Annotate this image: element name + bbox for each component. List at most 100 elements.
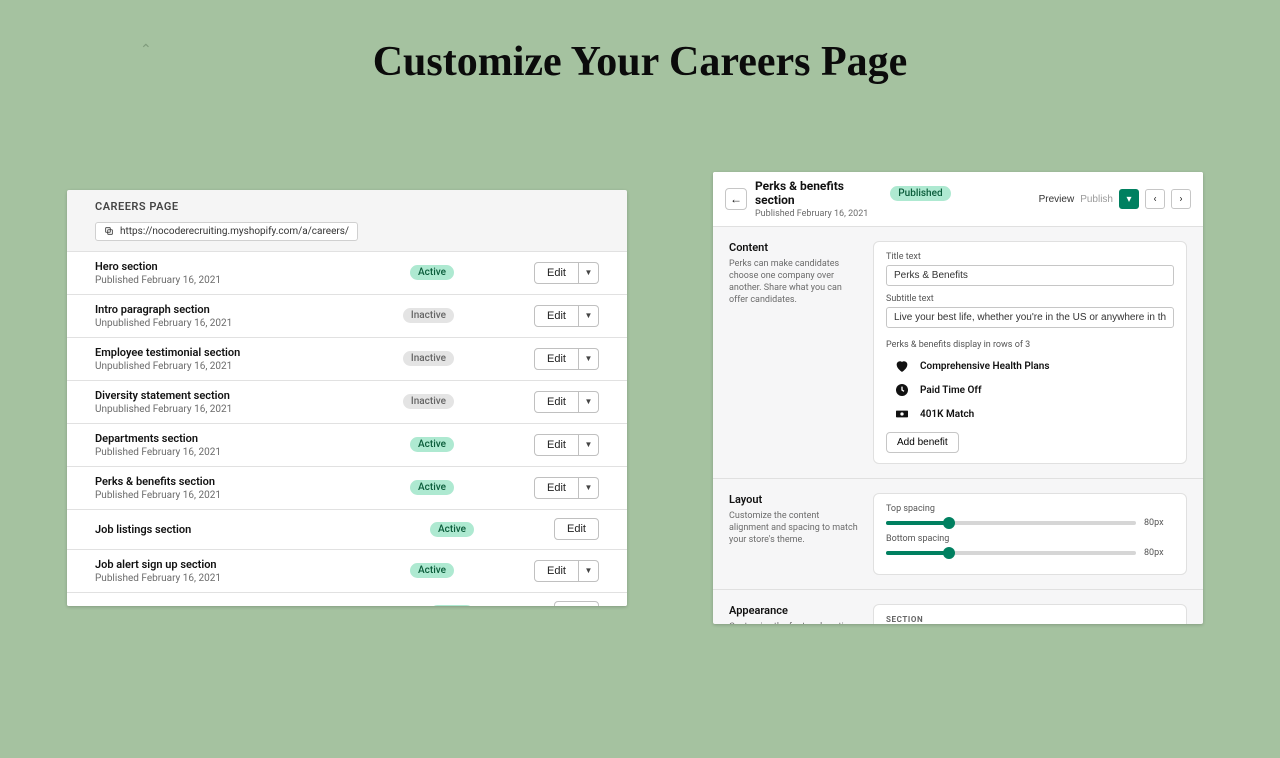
edit-button[interactable]: Edit: [534, 262, 579, 284]
section-title: Intro paragraph section: [95, 303, 403, 316]
sections-list: Hero sectionPublished February 16, 2021A…: [67, 251, 627, 607]
layout-side-desc: Customize the content alignment and spac…: [729, 510, 859, 546]
back-button[interactable]: ←: [725, 188, 747, 210]
edit-button[interactable]: Edit: [534, 348, 579, 370]
subtitle-text-label: Subtitle text: [886, 294, 1174, 304]
benefit-label: Comprehensive Health Plans: [920, 361, 1049, 372]
careers-page-panel: CAREERS PAGE https://nocoderecruiting.my…: [67, 190, 627, 606]
section-subtitle: Published February 16, 2021: [95, 275, 410, 286]
chevron-up-icon: ⌃: [140, 42, 152, 58]
content-block: Content Perks can make candidates choose…: [713, 227, 1203, 478]
section-title: Hero section: [95, 260, 410, 273]
section-title: Job listings section: [95, 523, 430, 536]
chevron-down-icon: ▼: [585, 566, 593, 575]
careers-page-header: CAREERS PAGE: [67, 190, 627, 217]
edit-dropdown-button[interactable]: ▼: [579, 560, 599, 582]
top-spacing-label: Top spacing: [886, 504, 1174, 514]
appearance-side-desc: Customize the font and section backgroun…: [729, 621, 859, 624]
add-benefit-button[interactable]: Add benefit: [886, 432, 959, 453]
status-badge: Inactive: [403, 394, 454, 409]
status-badge: Inactive: [403, 351, 454, 366]
copy-icon: [104, 226, 114, 236]
top-spacing-value: 80px: [1144, 518, 1174, 528]
chevron-down-icon: ▼: [585, 440, 593, 449]
prev-page-button[interactable]: ‹: [1145, 189, 1165, 209]
edit-button[interactable]: Edit: [554, 518, 599, 540]
appearance-block: Appearance Customize the font and sectio…: [713, 589, 1203, 624]
edit-dropdown-button[interactable]: ▼: [579, 477, 599, 499]
section-row: Hero section Published February 16, 2021A…: [67, 251, 627, 294]
edit-button[interactable]: Edit: [554, 601, 599, 606]
benefit-label: Paid Time Off: [920, 385, 982, 396]
edit-dropdown-button[interactable]: ▼: [579, 305, 599, 327]
section-row: Job listings sectionActive Edit: [67, 509, 627, 549]
bottom-spacing-value: 80px: [1144, 548, 1174, 558]
publish-button[interactable]: Publish: [1080, 194, 1113, 205]
section-editor-panel: ← Perks & benefits section Published Pub…: [713, 172, 1203, 624]
section-row: Diversity statement section Unpublished F…: [67, 380, 627, 423]
section-title: Employee testimonial section: [95, 346, 403, 359]
section-row: Job description pageActive Edit: [67, 592, 627, 607]
section-subtitle: Published February 16, 2021: [95, 490, 410, 501]
status-badge: Active: [430, 522, 474, 537]
chevron-right-icon: ›: [1179, 194, 1182, 205]
edit-button[interactable]: Edit: [534, 391, 579, 413]
publish-status-badge: Published: [890, 186, 950, 201]
benefit-label: 401K Match: [920, 409, 974, 420]
careers-url-text: https://nocoderecruiting.myshopify.com/a…: [120, 226, 349, 237]
subtitle-text-input[interactable]: [886, 307, 1174, 328]
benefit-item[interactable]: Comprehensive Health Plans: [894, 358, 1174, 374]
edit-button[interactable]: Edit: [534, 560, 579, 582]
section-row: Departments sectionPublished February 16…: [67, 423, 627, 466]
section-row: Job alert sign up sectionPublished Febru…: [67, 549, 627, 592]
publish-dropdown-button[interactable]: ▾: [1119, 189, 1139, 209]
edit-dropdown-button[interactable]: ▼: [579, 348, 599, 370]
chevron-down-icon: ▾: [1126, 194, 1131, 205]
section-row: Intro paragraph section Unpublished Febru…: [67, 294, 627, 337]
section-subtitle: Unpublished February 16, 2021: [95, 318, 403, 329]
top-spacing-slider[interactable]: [886, 521, 1136, 525]
edit-dropdown-button[interactable]: ▼: [579, 391, 599, 413]
status-badge: Active: [410, 563, 454, 578]
section-title: Job description page: [95, 606, 430, 607]
chevron-left-icon: ‹: [1153, 194, 1156, 205]
section-subtitle: Unpublished February 16, 2021: [95, 404, 403, 415]
status-badge: Active: [410, 480, 454, 495]
benefit-list: Comprehensive Health Plans Paid Time Off 4…: [886, 358, 1174, 422]
preview-button[interactable]: Preview: [1039, 194, 1075, 205]
edit-button[interactable]: Edit: [534, 434, 579, 456]
appearance-side-title: Appearance: [729, 604, 859, 617]
editor-header: ← Perks & benefits section Published Pub…: [713, 172, 1203, 227]
layout-block: Layout Customize the content alignment a…: [713, 478, 1203, 589]
benefits-hint: Perks & benefits display in rows of 3: [886, 340, 1174, 350]
edit-dropdown-button[interactable]: ▼: [579, 262, 599, 284]
edit-button[interactable]: Edit: [534, 305, 579, 327]
bottom-spacing-slider[interactable]: [886, 551, 1136, 555]
next-page-button[interactable]: ›: [1171, 189, 1191, 209]
section-row: Perks & benefits sectionPublished Februa…: [67, 466, 627, 509]
status-badge: Active: [430, 605, 474, 607]
section-subtitle: Unpublished February 16, 2021: [95, 361, 403, 372]
benefit-item[interactable]: 401K Match: [894, 406, 1174, 422]
edit-dropdown-button[interactable]: ▼: [579, 434, 599, 456]
editor-subtitle: Published February 16, 2021: [755, 209, 1031, 219]
chevron-down-icon: ▼: [585, 397, 593, 406]
chevron-down-icon: ▼: [585, 483, 593, 492]
section-row: Employee testimonial section Unpublished …: [67, 337, 627, 380]
section-caption: SECTION: [886, 615, 1174, 624]
status-badge: Active: [410, 265, 454, 280]
careers-url-box[interactable]: https://nocoderecruiting.myshopify.com/a…: [95, 222, 358, 241]
benefit-item[interactable]: Paid Time Off: [894, 382, 1174, 398]
edit-button[interactable]: Edit: [534, 477, 579, 499]
money-icon: [894, 406, 910, 422]
heart-icon: [894, 358, 910, 374]
clock-icon: [894, 382, 910, 398]
section-title: Diversity statement section: [95, 389, 403, 402]
title-text-input[interactable]: [886, 265, 1174, 286]
chevron-down-icon: ▼: [585, 311, 593, 320]
chevron-down-icon: ▼: [585, 354, 593, 363]
status-badge: Inactive: [403, 308, 454, 323]
layout-side-title: Layout: [729, 493, 859, 506]
section-title: Job alert sign up section: [95, 558, 410, 571]
title-text-label: Title text: [886, 252, 1174, 262]
